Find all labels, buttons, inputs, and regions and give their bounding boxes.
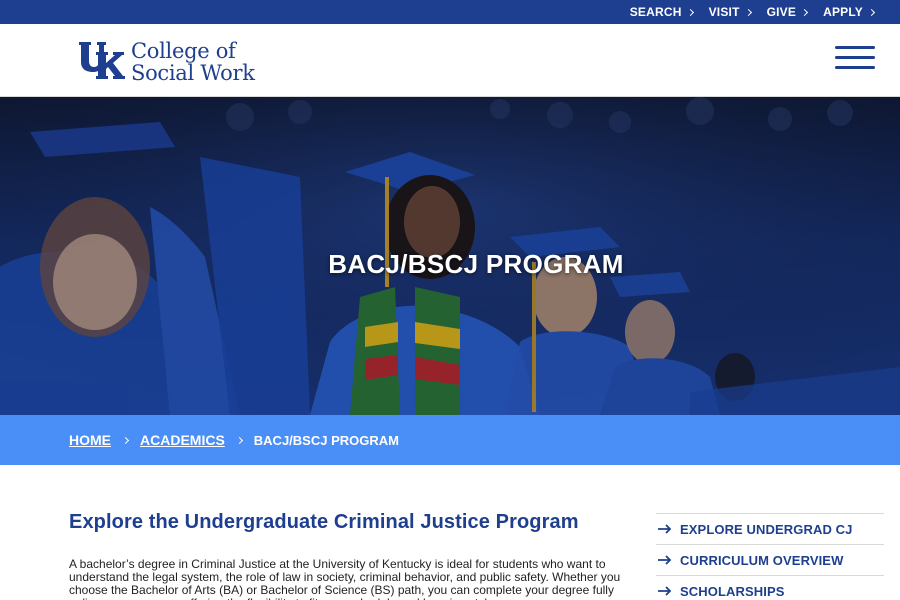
section-heading: Explore the Undergraduate Criminal Justi…: [69, 511, 579, 533]
hamburger-line: [835, 66, 875, 69]
utility-apply-link[interactable]: APPLY: [823, 5, 876, 19]
arrow-right-icon: [658, 555, 672, 565]
utility-nav: SEARCH VISIT GIVE APPLY: [629, 0, 876, 24]
chevron-right-icon: [235, 436, 243, 444]
utility-give-label: GIVE: [766, 5, 797, 19]
sidebar-item-scholarships[interactable]: SCHOLARSHIPS: [656, 575, 884, 600]
utility-visit-label: VISIT: [708, 5, 740, 19]
utility-give-link[interactable]: GIVE: [766, 5, 809, 19]
page-title: BACJ/BSCJ PROGRAM: [328, 249, 624, 279]
utility-bar: SEARCH VISIT GIVE APPLY: [0, 0, 900, 24]
college-name: College of Social Work: [131, 40, 255, 84]
sidebar-item-explore-undergrad-cj[interactable]: EXPLORE UNDERGRAD CJ: [656, 513, 884, 544]
hamburger-line: [835, 56, 875, 59]
sidebar-item-label: EXPLORE UNDERGRAD CJ: [680, 521, 853, 537]
chevron-right-icon: [867, 8, 876, 17]
chevron-right-icon: [801, 8, 809, 17]
sidebar-item-label: SCHOLARSHIPS: [680, 583, 785, 599]
chevron-right-icon: [121, 436, 130, 444]
college-name-line1: College of: [131, 39, 236, 63]
arrow-right-icon: [658, 524, 672, 534]
intro-paragraph: A bachelor’s degree in Criminal Justice …: [69, 557, 621, 600]
site-header: College of Social Work: [0, 24, 900, 97]
breadcrumb: HOME ACADEMICS BACJ/BSCJ PROGRAM: [69, 415, 399, 465]
hero-banner: BACJ/BSCJ PROGRAM: [0, 97, 900, 415]
utility-visit-link[interactable]: VISIT: [708, 5, 752, 19]
utility-search-label: SEARCH: [629, 5, 682, 19]
breadcrumb-bar: HOME ACADEMICS BACJ/BSCJ PROGRAM: [0, 415, 900, 465]
breadcrumb-home-link[interactable]: HOME: [69, 432, 111, 448]
sidebar-item-curriculum-overview[interactable]: CURRICULUM OVERVIEW: [656, 544, 884, 575]
sidebar-nav: EXPLORE UNDERGRAD CJ CURRICULUM OVERVIEW…: [656, 513, 884, 600]
utility-search-link[interactable]: SEARCH: [629, 5, 694, 19]
uk-logo-icon: [79, 42, 125, 79]
breadcrumb-academics-link[interactable]: ACADEMICS: [140, 432, 225, 448]
chevron-right-icon: [744, 8, 752, 17]
hamburger-line: [835, 46, 875, 49]
sidebar-item-label: CURRICULUM OVERVIEW: [680, 552, 844, 568]
chevron-right-icon: [686, 8, 694, 17]
arrow-right-icon: [658, 586, 672, 596]
hamburger-menu-icon[interactable]: [835, 46, 875, 72]
utility-apply-label: APPLY: [823, 5, 863, 19]
breadcrumb-current: BACJ/BSCJ PROGRAM: [253, 432, 399, 448]
college-logo-link[interactable]: College of Social Work: [78, 40, 255, 84]
college-name-line2: Social Work: [131, 61, 255, 85]
